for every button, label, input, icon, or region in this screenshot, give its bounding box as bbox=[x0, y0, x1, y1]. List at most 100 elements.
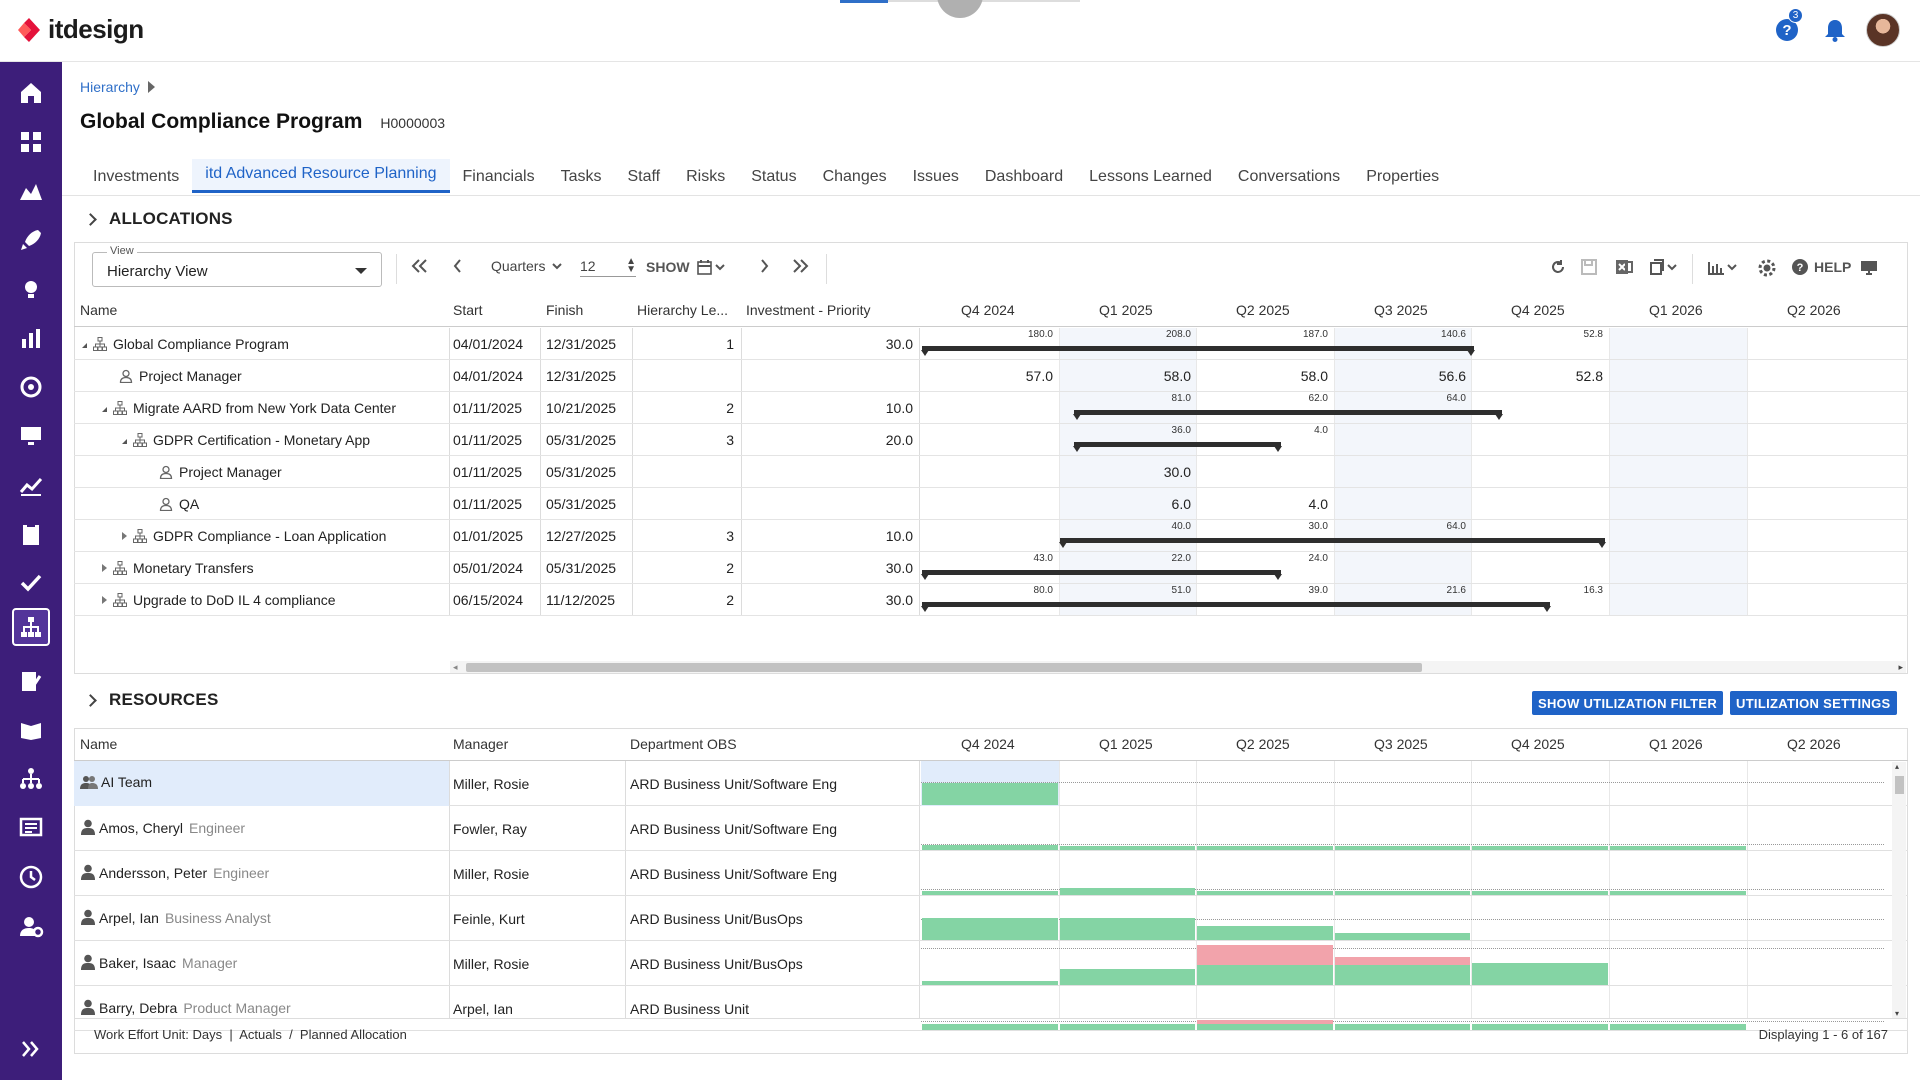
tab-properties[interactable]: Properties bbox=[1353, 168, 1452, 193]
next-period-button[interactable] bbox=[758, 258, 770, 274]
row-name-cell[interactable]: GDPR Certification - Monetary App bbox=[122, 432, 370, 448]
tab-lessons-learned[interactable]: Lessons Learned bbox=[1076, 168, 1225, 193]
clipboard-nav-button[interactable] bbox=[12, 515, 50, 553]
home-nav-button[interactable] bbox=[12, 74, 50, 112]
tab-status[interactable]: Status bbox=[738, 168, 809, 193]
resource-row[interactable]: Amos, Cheryl Engineer Fowler, Ray ARD Busin… bbox=[74, 806, 1908, 851]
tree-expanded-icon[interactable] bbox=[102, 407, 107, 412]
resource-name[interactable]: Arpel, Ian bbox=[99, 910, 159, 926]
gantt-bar[interactable] bbox=[922, 346, 1474, 351]
row-name-cell[interactable]: Global Compliance Program bbox=[82, 336, 289, 352]
show-dropdown[interactable]: SHOW bbox=[646, 258, 726, 276]
show-utilization-filter-button[interactable]: SHOW UTILIZATION FILTER bbox=[1532, 691, 1724, 715]
row-name[interactable]: Migrate AARD from New York Data Center bbox=[133, 400, 396, 416]
col-name-header[interactable]: Name bbox=[80, 302, 117, 318]
utilization-bar[interactable] bbox=[1335, 965, 1470, 985]
utilization-bar[interactable] bbox=[1472, 963, 1608, 985]
hierarchy-nav-button[interactable] bbox=[12, 608, 50, 646]
tab-risks[interactable]: Risks bbox=[673, 168, 738, 193]
last-period-button[interactable] bbox=[790, 258, 810, 274]
resource-name-cell[interactable]: Andersson, Peter Engineer bbox=[80, 864, 269, 881]
row-name-cell[interactable]: Project Manager bbox=[142, 464, 282, 480]
gantt-bar[interactable] bbox=[1060, 538, 1606, 543]
user-avatar[interactable] bbox=[1866, 13, 1900, 47]
over-allocation-bar[interactable] bbox=[1335, 957, 1470, 965]
utilization-bar[interactable] bbox=[1335, 891, 1470, 895]
table-row[interactable]: Project Manager 04/01/2024 12/31/2025 57.0 5… bbox=[74, 360, 1908, 392]
period-select[interactable]: Quarters bbox=[491, 258, 564, 274]
col-finish-header[interactable]: Finish bbox=[546, 302, 583, 318]
utilization-bar[interactable] bbox=[1472, 891, 1608, 895]
dashboard-nav-button[interactable] bbox=[12, 123, 50, 161]
scroll-left-icon[interactable]: ◂ bbox=[453, 662, 458, 673]
app-logo[interactable]: itdesign bbox=[16, 14, 144, 45]
utilization-bar[interactable] bbox=[1197, 926, 1333, 940]
resources-section-header[interactable]: RESOURCES bbox=[84, 690, 219, 710]
trend-nav-button[interactable] bbox=[12, 466, 50, 504]
row-name-cell[interactable]: QA bbox=[142, 496, 199, 512]
tree-collapsed-icon[interactable] bbox=[102, 596, 107, 604]
monitor-nav-button[interactable] bbox=[12, 417, 50, 455]
tab-changes[interactable]: Changes bbox=[810, 168, 900, 193]
period-count-stepper[interactable]: 12 ▲ ▼ bbox=[580, 257, 636, 277]
resource-name[interactable]: Baker, Isaac bbox=[99, 955, 176, 971]
row-name[interactable]: Global Compliance Program bbox=[113, 336, 289, 352]
allocations-section-header[interactable]: ALLOCATIONS bbox=[84, 209, 233, 229]
prev-period-button[interactable] bbox=[452, 258, 464, 274]
col-priority-header[interactable]: Investment - Priority bbox=[746, 302, 870, 318]
bell-icon[interactable] bbox=[1821, 16, 1849, 44]
tree-collapsed-icon[interactable] bbox=[102, 564, 107, 572]
save-button[interactable] bbox=[1580, 258, 1598, 276]
tab-issues[interactable]: Issues bbox=[900, 168, 972, 193]
horizontal-scrollbar[interactable]: ◂ ▸ bbox=[450, 661, 1906, 673]
check-nav-button[interactable] bbox=[12, 564, 50, 602]
timesheet-nav-button[interactable] bbox=[12, 662, 50, 700]
resource-row[interactable]: Arpel, Ian Business Analyst Feinle, Kurt AR… bbox=[74, 896, 1908, 941]
utilization-bar[interactable] bbox=[1197, 846, 1333, 850]
utilization-bar[interactable] bbox=[922, 783, 1058, 805]
resource-name[interactable]: Amos, Cheryl bbox=[99, 820, 183, 836]
admin-nav-button[interactable] bbox=[12, 907, 50, 945]
utilization-bar[interactable] bbox=[1610, 846, 1746, 850]
reports-nav-button[interactable] bbox=[12, 319, 50, 357]
tree-expanded-icon[interactable] bbox=[122, 439, 127, 444]
utilization-bar[interactable] bbox=[1060, 918, 1195, 940]
row-name-cell[interactable]: Monetary Transfers bbox=[102, 560, 254, 576]
utilization-bar[interactable] bbox=[1197, 891, 1333, 895]
table-row[interactable]: Global Compliance Program 04/01/2024 12/31… bbox=[74, 328, 1908, 360]
table-row[interactable]: Project Manager 01/11/2025 05/31/2025 30.0 bbox=[74, 456, 1908, 488]
resource-row[interactable]: Baker, Isaac Manager Miller, Rosie ARD Busi… bbox=[74, 941, 1908, 986]
vertical-scroll-thumb[interactable] bbox=[1895, 776, 1904, 794]
col-start-header[interactable]: Start bbox=[453, 302, 483, 318]
row-name[interactable]: Project Manager bbox=[139, 368, 242, 384]
org-chart-nav-button[interactable] bbox=[12, 760, 50, 798]
utilization-settings-button[interactable]: UTILIZATION SETTINGS bbox=[1730, 691, 1897, 715]
res-col-name-header[interactable]: Name bbox=[80, 736, 117, 752]
gantt-bar[interactable] bbox=[922, 570, 1281, 575]
res-col-manager-header[interactable]: Manager bbox=[453, 736, 508, 752]
row-name[interactable]: Upgrade to DoD IL 4 compliance bbox=[133, 592, 336, 608]
row-name-cell[interactable]: Migrate AARD from New York Data Center bbox=[102, 400, 396, 416]
utilization-bar[interactable] bbox=[922, 918, 1058, 940]
tab-dashboard[interactable]: Dashboard bbox=[972, 168, 1076, 193]
resource-name-cell[interactable]: Barry, Debra Product Manager bbox=[80, 999, 291, 1016]
table-row[interactable]: QA 01/11/2025 05/31/2025 6.0 4.0 bbox=[74, 488, 1908, 520]
utilization-bar[interactable] bbox=[922, 981, 1058, 985]
collapse-handle[interactable] bbox=[937, 0, 983, 18]
present-button[interactable] bbox=[1859, 258, 1879, 276]
ideas-nav-button[interactable] bbox=[12, 270, 50, 308]
gantt-bar[interactable] bbox=[1073, 410, 1502, 415]
expand-nav-button[interactable] bbox=[12, 1030, 50, 1068]
resource-name-cell[interactable]: Arpel, Ian Business Analyst bbox=[80, 909, 271, 926]
resource-name-cell[interactable]: Amos, Cheryl Engineer bbox=[80, 819, 245, 836]
scroll-down-icon[interactable]: ▾ bbox=[1895, 1009, 1899, 1018]
clock-nav-button[interactable] bbox=[12, 858, 50, 896]
tab-itd-advanced-resource-planning[interactable]: itd Advanced Resource Planning bbox=[192, 159, 450, 193]
table-row[interactable]: GDPR Compliance - Loan Application 01/01/… bbox=[74, 520, 1908, 552]
table-row[interactable]: Migrate AARD from New York Data Center 01… bbox=[74, 392, 1908, 424]
tab-staff[interactable]: Staff bbox=[614, 168, 673, 193]
utilization-bar[interactable] bbox=[922, 891, 1058, 895]
excel-export-button[interactable] bbox=[1614, 258, 1634, 276]
rocket-nav-button[interactable] bbox=[12, 221, 50, 259]
utilization-bar[interactable] bbox=[1472, 846, 1608, 850]
